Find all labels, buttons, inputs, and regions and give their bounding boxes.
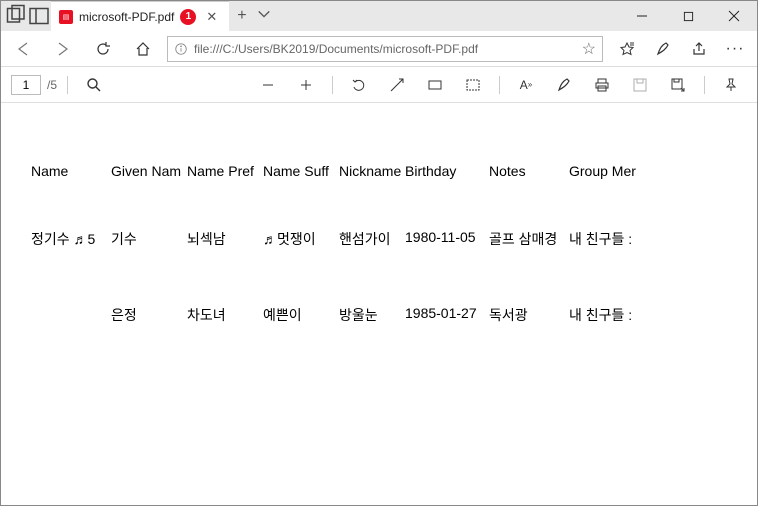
col-header: Notes [489,163,569,179]
page-total: /5 [47,78,57,92]
cell: 정기수 ♬5 [31,229,111,249]
cell: 독서광 [489,305,569,325]
pdf-icon: ▤ [59,10,73,24]
col-header: Nickname [339,163,405,179]
pdf-toolbar: /5 A» [1,67,757,103]
col-header: Given Nam [111,163,187,179]
cell: 골프 삼매경 [489,229,569,249]
table-row: 은정 차도녀 예쁜이 방울눈 1985-01-27 독서광 내 친구들 : [31,305,727,325]
set-aside-icon[interactable] [27,1,51,31]
share-icon[interactable] [683,34,715,64]
table-row: 정기수 ♬5 기수 뇌섹남 ♬멋쟁이 핸섬가이 1980-11-05 골프 삼매… [31,229,727,249]
info-icon [174,42,188,56]
back-button[interactable] [7,34,39,64]
fit-width-button[interactable] [457,70,489,100]
titlebar: ▤ microsoft-PDF.pdf 1 ✕ + [1,1,757,31]
cell: 뇌섹남 [187,229,263,249]
fit-page-button[interactable] [381,70,413,100]
tab-bar: ▤ microsoft-PDF.pdf 1 ✕ + [51,1,619,31]
rotate-button[interactable] [343,70,375,100]
cell: 내 친구들 : [569,229,653,249]
cell: 은정 [111,305,187,325]
address-bar: ☆ ··· [1,31,757,67]
more-icon[interactable]: ··· [719,34,751,64]
browser-tab[interactable]: ▤ microsoft-PDF.pdf 1 ✕ [51,1,229,31]
table-header-row: Name Given Nam Name Pref Name Suff Nickn… [31,163,727,179]
cell [31,305,111,325]
pin-toolbar-button[interactable] [715,70,747,100]
annotation-badge: 1 [180,9,196,25]
tab-title: microsoft-PDF.pdf [79,10,174,24]
save-button[interactable] [624,70,656,100]
print-button[interactable] [586,70,618,100]
col-header: Name Pref [187,163,263,179]
col-header: Group Mer [569,163,653,179]
pdf-document: Name Given Nam Name Pref Name Suff Nickn… [1,103,757,401]
home-button[interactable] [127,34,159,64]
star-icon[interactable]: ☆ [582,39,596,59]
read-aloud-button[interactable]: A» [510,70,542,100]
new-tab-icon[interactable]: + [237,7,246,25]
close-button[interactable] [711,1,757,31]
search-icon[interactable] [78,70,110,100]
col-header: Name [31,163,111,179]
cell: 기수 [111,229,187,249]
cell: 방울눈 [339,305,405,325]
cell: 핸섬가이 [339,229,405,249]
col-header: Name Suff [263,163,339,179]
tab-actions-icon[interactable] [3,1,27,31]
maximize-button[interactable] [665,1,711,31]
cell: 차도녀 [187,305,263,325]
notes-icon[interactable] [647,34,679,64]
draw-button[interactable] [548,70,580,100]
layout-button[interactable] [419,70,451,100]
tab-preview-icon[interactable] [257,7,271,26]
save-as-button[interactable] [662,70,694,100]
url-box[interactable]: ☆ [167,36,603,62]
forward-button[interactable] [47,34,79,64]
refresh-button[interactable] [87,34,119,64]
zoom-out-button[interactable] [252,70,284,100]
cell: 1980-11-05 [405,229,489,249]
cell: 내 친구들 : [569,305,653,325]
cell: ♬멋쟁이 [263,229,339,249]
favorites-icon[interactable] [611,34,643,64]
col-header: Birthday [405,163,489,179]
page-number-input[interactable] [11,75,41,95]
url-input[interactable] [194,42,576,56]
cell: 1985-01-27 [405,305,489,325]
zoom-in-button[interactable] [290,70,322,100]
minimize-button[interactable] [619,1,665,31]
close-tab-icon[interactable]: ✕ [202,9,221,25]
cell: 예쁜이 [263,305,339,325]
